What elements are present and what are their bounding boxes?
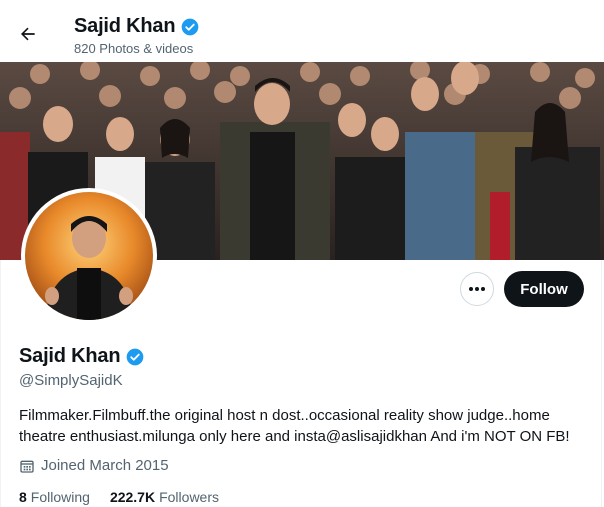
- more-icon: [469, 287, 473, 291]
- following-count: 8: [19, 489, 27, 505]
- profile-avatar[interactable]: [21, 188, 157, 324]
- profile-name-text: Sajid Khan: [19, 345, 121, 367]
- follow-button[interactable]: Follow: [504, 271, 584, 307]
- avatar-image: [25, 192, 153, 320]
- header-title: Sajid Khan: [74, 15, 200, 38]
- header-subtitle: 820 Photos & videos: [74, 41, 194, 56]
- joined-text: Joined March 2015: [41, 457, 169, 474]
- profile-name: Sajid Khan: [19, 345, 145, 368]
- followers-count: 222.7K: [109, 489, 156, 505]
- verified-badge-icon: [127, 348, 144, 365]
- profile-bio: Filmmaker.Filmbuff.the original host n d…: [19, 407, 570, 445]
- followers-label: Followers: [159, 489, 219, 505]
- profile-handle: @SimplySajidK: [19, 372, 123, 389]
- header-name-text: Sajid Khan: [74, 15, 176, 37]
- following-label: Following: [30, 489, 90, 505]
- more-options-button[interactable]: [460, 272, 494, 306]
- follow-stats: 8 Following 222.7K Followers: [19, 489, 219, 505]
- joined-date: Joined March 2015: [19, 457, 169, 474]
- verified-badge-icon: [182, 18, 199, 35]
- followers-link[interactable]: 222.7K Followers: [110, 489, 219, 505]
- profile-header: Sajid Khan 820 Photos & videos: [0, 0, 604, 62]
- calendar-icon: [20, 460, 34, 473]
- following-link[interactable]: 8 Following: [19, 489, 90, 505]
- back-button[interactable]: [14, 20, 42, 48]
- back-arrow-icon: [21, 27, 35, 41]
